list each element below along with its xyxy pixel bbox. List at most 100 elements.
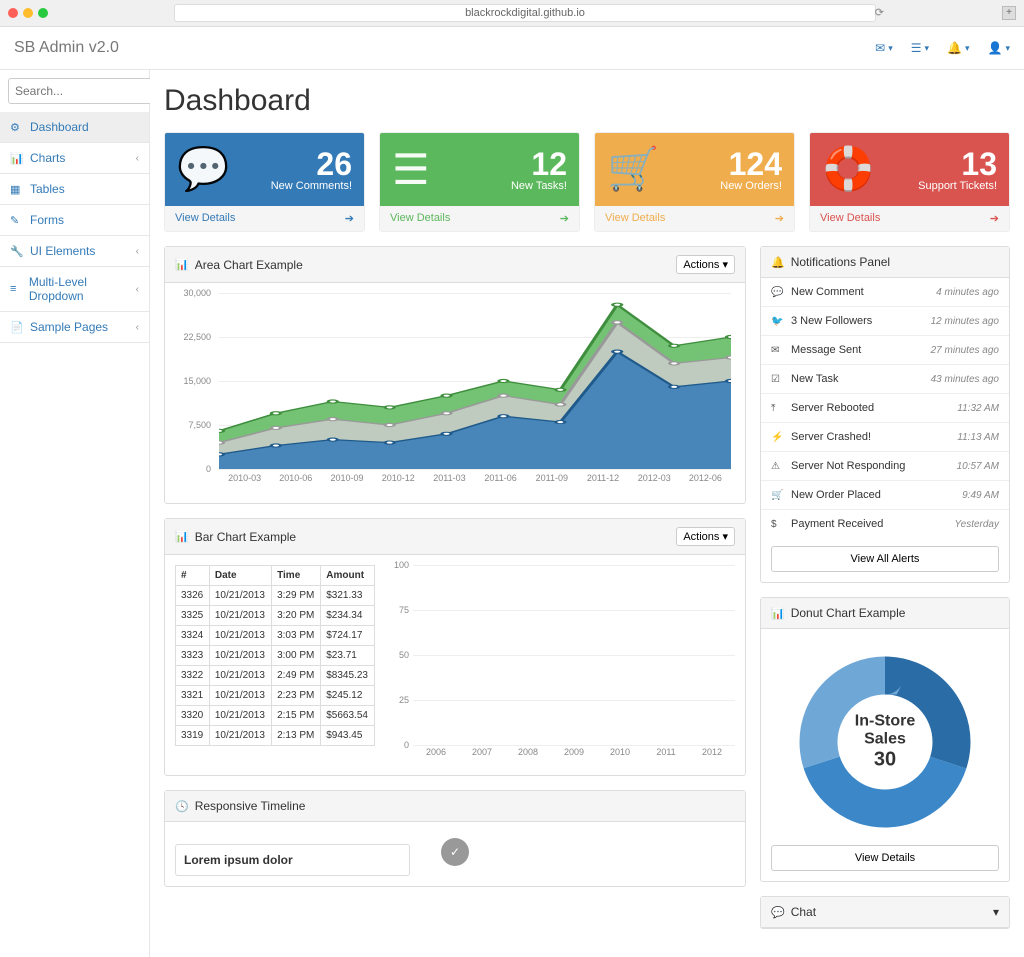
table-cell: 3:29 PM xyxy=(272,586,321,606)
sidebar-item-label: Dashboard xyxy=(30,120,89,134)
table-cell: 3:00 PM xyxy=(272,646,321,666)
nav-user[interactable]: 👤 xyxy=(988,41,1010,55)
donut-chart-panel: 📊 Donut Chart Example In-Store Sales 30 … xyxy=(760,597,1010,882)
chevron-left-icon: ‹ xyxy=(136,284,139,295)
notification-item[interactable]: ⚠Server Not Responding10:57 AM xyxy=(761,452,1009,481)
sidebar-item-ui elements[interactable]: 🔧UI Elements‹ xyxy=(0,236,149,266)
clock-icon: 🕓 xyxy=(175,800,189,813)
table-row: 331910/21/20132:13 PM$943.45 xyxy=(176,726,375,746)
view-all-alerts-button[interactable]: View All Alerts xyxy=(771,546,999,572)
sidebar-item-dashboard[interactable]: ⚙Dashboard xyxy=(0,112,149,142)
stat-card-tasks: ☰ 12 New Tasks! View Details ➔ xyxy=(379,132,580,232)
side-menu: ⚙Dashboard📊Charts‹▦Tables✎Forms🔧UI Eleme… xyxy=(0,112,149,343)
notif-icon: 🛒 xyxy=(771,490,785,501)
table-cell: 3319 xyxy=(176,726,210,746)
chevron-left-icon: ‹ xyxy=(136,322,139,333)
stat-card-comments: 💬 26 New Comments! View Details ➔ xyxy=(164,132,365,232)
notif-text: 3 New Followers xyxy=(791,315,872,327)
sidebar-icon: ✎ xyxy=(10,214,24,227)
new-tab-button[interactable]: + xyxy=(1002,6,1016,20)
stat-label: New Orders! xyxy=(720,180,782,192)
nav-alerts[interactable]: 🔔 xyxy=(947,41,969,55)
user-icon: 👤 xyxy=(988,41,1003,55)
stat-link-text: View Details xyxy=(605,212,665,225)
panel-heading: 🕓 Responsive Timeline xyxy=(165,791,745,822)
panel-title: Chat xyxy=(791,905,816,919)
address-bar[interactable]: blackrockdigital.github.io xyxy=(174,4,876,22)
y-tick: 0 xyxy=(175,464,215,474)
x-tick: 2011-06 xyxy=(475,473,526,493)
notif-time: Yesterday xyxy=(955,519,999,530)
sidebar-item-forms[interactable]: ✎Forms xyxy=(0,205,149,235)
nav-tasks[interactable]: ☰ xyxy=(911,41,929,55)
table-cell: 3322 xyxy=(176,666,210,686)
stat-card-orders: 🛒 124 New Orders! View Details ➔ xyxy=(594,132,795,232)
stat-footer-link[interactable]: View Details ➔ xyxy=(810,206,1009,231)
stat-footer-link[interactable]: View Details ➔ xyxy=(165,206,364,231)
notification-item[interactable]: ✉Message Sent27 minutes ago xyxy=(761,336,1009,365)
notif-time: 9:49 AM xyxy=(962,490,999,501)
table-row: 332610/21/20133:29 PM$321.33 xyxy=(176,586,375,606)
x-tick: 2011 xyxy=(643,747,689,765)
bell-icon: 🔔 xyxy=(947,41,962,55)
notification-item[interactable]: 💬New Comment4 minutes ago xyxy=(761,278,1009,307)
navbar: SB Admin v2.0 ✉ ☰ 🔔 👤 xyxy=(0,27,1024,70)
sidebar-item-multi-level dropdown[interactable]: ≡Multi-Level Dropdown‹ xyxy=(0,267,149,311)
notification-item[interactable]: ⤒Server Rebooted11:32 AM xyxy=(761,394,1009,423)
y-tick: 100 xyxy=(385,560,409,570)
notification-item[interactable]: $Payment ReceivedYesterday xyxy=(761,510,1009,538)
traffic-lights xyxy=(8,8,48,18)
sidebar-item-label: Charts xyxy=(30,151,65,165)
sidebar-item-sample pages[interactable]: 📄Sample Pages‹ xyxy=(0,312,149,342)
sidebar-item-label: UI Elements xyxy=(30,244,95,258)
bell-icon: 🔔 xyxy=(771,256,785,269)
stat-footer-link[interactable]: View Details ➔ xyxy=(595,206,794,231)
table-cell: 10/21/2013 xyxy=(209,646,271,666)
notif-text: Server Not Responding xyxy=(791,460,905,472)
notif-text: New Order Placed xyxy=(791,489,881,501)
notification-item[interactable]: 🐦3 New Followers12 minutes ago xyxy=(761,307,1009,336)
chevron-down-icon: ▾ xyxy=(993,905,999,919)
table-cell: 2:23 PM xyxy=(272,686,321,706)
y-tick: 15,000 xyxy=(175,376,215,386)
maximize-window-icon[interactable] xyxy=(38,8,48,18)
timeline-item: Lorem ipsum dolor xyxy=(175,844,410,876)
table-cell: $245.12 xyxy=(321,686,375,706)
table-cell: 3:03 PM xyxy=(272,626,321,646)
panel-heading: 📊 Bar Chart Example Actions ▾ xyxy=(165,519,745,555)
notification-item[interactable]: ☑New Task43 minutes ago xyxy=(761,365,1009,394)
table-cell: 10/21/2013 xyxy=(209,626,271,646)
sidebar-item-charts[interactable]: 📊Charts‹ xyxy=(0,143,149,173)
table-header: # xyxy=(176,566,210,586)
chevron-left-icon: ‹ xyxy=(136,153,139,164)
x-tick: 2011-03 xyxy=(424,473,475,493)
stat-number: 124 xyxy=(720,148,782,180)
sidebar: 🔍 ⚙Dashboard📊Charts‹▦Tables✎Forms🔧UI Ele… xyxy=(0,70,150,957)
bar-chart-icon: 📊 xyxy=(771,607,785,620)
chat-panel: 💬 Chat ▾ xyxy=(760,896,1010,929)
page-title: Dashboard xyxy=(164,84,1010,118)
table-cell: 3325 xyxy=(176,606,210,626)
notif-text: New Comment xyxy=(791,286,864,298)
notification-item[interactable]: ⚡Server Crashed!11:13 AM xyxy=(761,423,1009,452)
envelope-icon: ✉ xyxy=(875,41,885,55)
table-cell: 10/21/2013 xyxy=(209,666,271,686)
stat-footer-link[interactable]: View Details ➔ xyxy=(380,206,579,231)
chevron-left-icon: ‹ xyxy=(136,246,139,257)
brand[interactable]: SB Admin v2.0 xyxy=(14,39,119,57)
refresh-icon[interactable]: ⟳ xyxy=(875,6,884,19)
nav-messages[interactable]: ✉ xyxy=(875,41,893,55)
sidebar-item-tables[interactable]: ▦Tables xyxy=(0,174,149,204)
chat-panel-toggle[interactable]: 💬 Chat ▾ xyxy=(761,897,1009,928)
close-window-icon[interactable] xyxy=(8,8,18,18)
x-tick: 2008 xyxy=(505,747,551,765)
notification-item[interactable]: 🛒 New Order Placed 9:49 AM xyxy=(761,481,1009,510)
panel-heading: 📊 Donut Chart Example xyxy=(761,598,1009,629)
actions-button[interactable]: Actions ▾ xyxy=(676,255,735,274)
notif-time: 10:57 AM xyxy=(957,461,999,472)
y-tick: 0 xyxy=(385,740,409,750)
view-details-button[interactable]: View Details xyxy=(771,845,999,871)
minimize-window-icon[interactable] xyxy=(23,8,33,18)
actions-button[interactable]: Actions ▾ xyxy=(676,527,735,546)
notifications-panel: 🔔 Notifications Panel 💬New Comment4 minu… xyxy=(760,246,1010,583)
